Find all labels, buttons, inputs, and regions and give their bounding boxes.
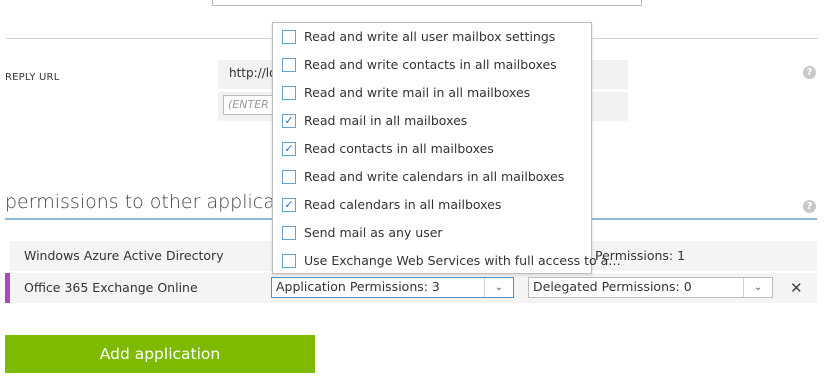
permission-checkbox[interactable] <box>282 170 296 184</box>
permission-checkbox[interactable] <box>282 58 296 72</box>
permission-label: Send mail as any user <box>304 225 443 240</box>
delegated-permissions-select[interactable]: Delegated Permissions: 0 ⌄ <box>528 277 773 298</box>
app-name: Windows Azure Active Directory <box>24 248 224 263</box>
permission-option[interactable]: Read and write mail in all mailboxes <box>273 81 591 109</box>
permission-label: Use Exchange Web Services with full acce… <box>304 253 621 268</box>
permission-option[interactable]: ✓ Read calendars in all mailboxes <box>273 193 591 221</box>
delegated-permissions-value: Delegated Permissions: 0 <box>533 279 692 294</box>
permission-checkbox[interactable] <box>282 254 296 268</box>
permission-option[interactable]: Send mail as any user <box>273 221 591 249</box>
permission-label: Read calendars in all mailboxes <box>304 197 502 212</box>
application-permissions-value: Application Permissions: 3 <box>276 279 440 294</box>
permission-label: Read mail in all mailboxes <box>304 113 468 128</box>
permission-label: Read and write calendars in all mailboxe… <box>304 169 565 184</box>
top-input-field[interactable] <box>212 0 642 6</box>
permission-label: Read and write all user mailbox settings <box>304 29 556 44</box>
top-field-label <box>4 0 64 2</box>
checkmark-icon[interactable]: ✓ <box>282 198 296 212</box>
permission-option[interactable]: Read and write all user mailbox settings <box>273 25 591 53</box>
chevron-down-icon[interactable]: ⌄ <box>743 278 772 297</box>
permission-checkbox[interactable] <box>282 86 296 100</box>
reply-url-value[interactable]: http://lo <box>229 66 276 80</box>
app-name: Office 365 Exchange Online <box>24 280 198 295</box>
selected-row-indicator <box>5 273 10 303</box>
help-icon[interactable]: ? <box>803 200 816 213</box>
permission-option[interactable]: Read and write contacts in all mailboxes <box>273 53 591 81</box>
chevron-down-icon[interactable]: ⌄ <box>484 278 513 297</box>
permission-label: Read contacts in all mailboxes <box>304 141 494 156</box>
permission-option[interactable]: ✓ Read contacts in all mailboxes <box>273 137 591 165</box>
permission-option[interactable]: Use Exchange Web Services with full acce… <box>273 249 621 277</box>
checkmark-icon[interactable]: ✓ <box>282 114 296 128</box>
add-application-button[interactable]: Add application <box>5 335 315 373</box>
checkmark-icon[interactable]: ✓ <box>282 142 296 156</box>
remove-application-button[interactable]: ✕ <box>790 279 803 297</box>
reply-url-label: REPLY URL <box>5 72 60 83</box>
application-permissions-dropdown: Read and write all user mailbox settings… <box>272 22 621 277</box>
permission-option[interactable]: ✓ Read mail in all mailboxes <box>273 109 591 137</box>
permission-label: Read and write mail in all mailboxes <box>304 85 531 100</box>
application-permissions-select[interactable]: Application Permissions: 3 ⌄ <box>271 277 514 298</box>
permission-option[interactable]: Read and write calendars in all mailboxe… <box>273 165 591 193</box>
permission-checkbox[interactable] <box>282 226 296 240</box>
permission-checkbox[interactable] <box>282 30 296 44</box>
help-icon[interactable]: ? <box>803 66 816 79</box>
permission-label: Read and write contacts in all mailboxes <box>304 57 557 72</box>
